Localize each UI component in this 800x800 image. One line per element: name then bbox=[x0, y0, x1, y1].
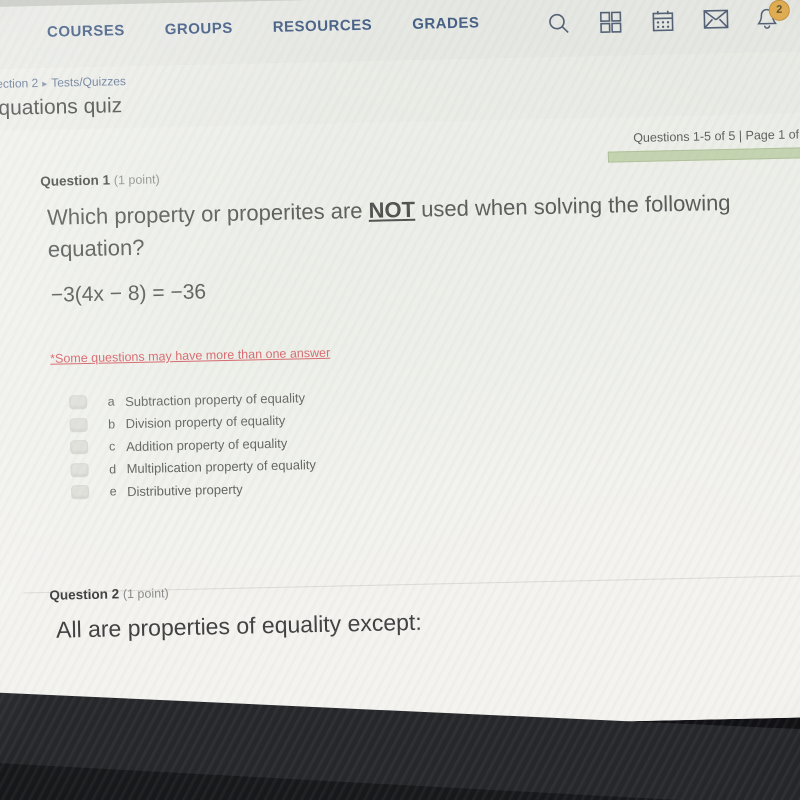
question-1-points: (1 point) bbox=[113, 172, 160, 188]
nav-icon-group: 2 bbox=[547, 0, 800, 41]
notifications-bell-icon[interactable]: 2 bbox=[755, 0, 790, 34]
breadcrumb-separator-icon: ▸ bbox=[42, 78, 48, 90]
quiz-content: Questions 1-5 of 5 | Page 1 of 1 Questio… bbox=[0, 112, 800, 736]
question-2-header: Question 2 (1 point) bbox=[49, 585, 169, 603]
search-icon[interactable] bbox=[547, 11, 574, 38]
option-checkbox-d[interactable] bbox=[70, 462, 89, 478]
option-checkbox-a[interactable] bbox=[69, 395, 88, 410]
florida-outline-icon bbox=[0, 12, 18, 59]
option-label-a: Subtraction property of equality bbox=[124, 390, 306, 409]
breadcrumb: Section 2 ▸ Tests/Quizzes bbox=[0, 74, 126, 91]
notification-badge: 2 bbox=[768, 0, 790, 22]
option-letter-b: b bbox=[107, 417, 116, 432]
page-title: equations quiz bbox=[0, 94, 123, 121]
main-nav-links: COURSES GROUPS RESOURCES GRADES bbox=[47, 14, 480, 40]
question-1-number: Question 1 bbox=[40, 172, 111, 189]
breadcrumb-current[interactable]: Tests/Quizzes bbox=[51, 74, 126, 90]
page-body: Section 2 ▸ Tests/Quizzes equations quiz Q… bbox=[0, 50, 800, 736]
option-letter-e: e bbox=[109, 484, 117, 499]
option-checkbox-b[interactable] bbox=[69, 417, 88, 433]
option-label-b: Division property of equality bbox=[125, 412, 286, 432]
option-label-e: Distributive property bbox=[126, 481, 243, 499]
quiz-progress-bar bbox=[607, 147, 800, 163]
option-letter-c: c bbox=[108, 439, 116, 454]
question-1-note: *Some questions may have more than one a… bbox=[50, 345, 331, 366]
option-letter-d: d bbox=[108, 462, 117, 477]
messages-envelope-icon[interactable] bbox=[703, 8, 730, 35]
nav-item-groups[interactable]: GROUPS bbox=[165, 20, 233, 38]
question-2-number: Question 2 bbox=[49, 586, 120, 603]
calendar-icon[interactable] bbox=[651, 9, 678, 36]
monitor-photo: PowerPoint 2016: Slide Basics x Solving … bbox=[0, 0, 800, 800]
question-1-options: a Subtraction property of equality b Div… bbox=[69, 386, 317, 504]
question-1-prompt: Which property or properites are NOT use… bbox=[47, 187, 748, 266]
option-label-d: Multiplication property of equality bbox=[126, 457, 317, 477]
question-2-points: (1 point) bbox=[122, 586, 169, 602]
site-logo[interactable]: A bbox=[0, 12, 24, 65]
option-checkbox-c[interactable] bbox=[69, 440, 89, 455]
option-label-c: Addition property of equality bbox=[125, 435, 288, 454]
nav-item-resources[interactable]: RESOURCES bbox=[273, 17, 373, 36]
apps-grid-icon[interactable] bbox=[599, 10, 626, 37]
question-1-prompt-part1: Which property or properites are bbox=[46, 197, 369, 230]
question-2-prompt: All are properties of equality except: bbox=[55, 608, 422, 643]
nav-item-grades[interactable]: GRADES bbox=[412, 14, 480, 32]
option-letter-a: a bbox=[107, 394, 115, 409]
screen-area: PowerPoint 2016: Slide Basics x Solving … bbox=[0, 0, 800, 736]
question-1-header: Question 1 (1 point) bbox=[40, 171, 160, 189]
option-row-e[interactable]: e Distributive property bbox=[70, 476, 317, 504]
question-1-equation: −3(4x − 8) = −36 bbox=[50, 280, 207, 307]
question-block-2: Question 2 (1 point) All are properties … bbox=[0, 570, 800, 642]
breadcrumb-section[interactable]: Section 2 bbox=[0, 76, 38, 91]
question-1-prompt-emphasis: NOT bbox=[368, 196, 416, 223]
option-checkbox-e[interactable] bbox=[70, 485, 90, 500]
nav-item-courses[interactable]: COURSES bbox=[47, 22, 125, 41]
question-count-label: Questions 1-5 of 5 | Page 1 of 1 bbox=[633, 127, 800, 146]
